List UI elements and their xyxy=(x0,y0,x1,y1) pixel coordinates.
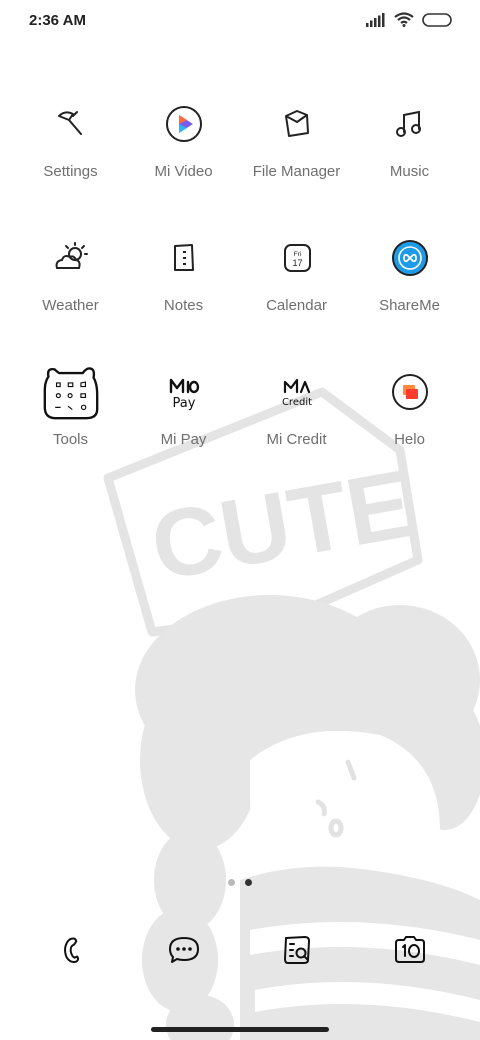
settings-icon xyxy=(43,96,99,152)
camera-icon xyxy=(394,936,425,963)
svg-text:Credit: Credit xyxy=(281,397,311,408)
app-label: Music xyxy=(389,163,430,180)
app-grid: Settings Mi Video File Manager Music Wea… xyxy=(14,92,466,494)
app-tools-folder[interactable]: Tools xyxy=(14,360,127,494)
helo-icon xyxy=(382,364,438,420)
app-label: Settings xyxy=(43,163,98,180)
status-bar: 2:36 AM xyxy=(0,0,480,44)
app-mi-pay[interactable]: Pay Mi Pay xyxy=(127,360,240,494)
dock xyxy=(14,930,466,970)
dock-browser[interactable] xyxy=(240,930,353,970)
dock-messages[interactable] xyxy=(127,930,240,970)
wifi-icon xyxy=(394,12,414,27)
home-gesture-bar[interactable] xyxy=(151,1027,329,1032)
app-label: Weather xyxy=(42,297,99,314)
svg-text:Fri: Fri xyxy=(293,251,301,258)
app-label: Helo xyxy=(394,431,425,448)
app-file-manager[interactable]: File Manager xyxy=(240,92,353,226)
svg-text:17: 17 xyxy=(292,258,302,268)
mi-pay-icon: Pay xyxy=(156,364,212,420)
dock-phone[interactable] xyxy=(14,930,127,970)
app-calendar[interactable]: Fri 17 Calendar xyxy=(240,226,353,360)
weather-icon xyxy=(43,230,99,286)
messages-icon xyxy=(168,937,199,963)
mi-credit-icon: Credit xyxy=(269,364,325,420)
page-indicator xyxy=(228,879,252,886)
dock-camera[interactable] xyxy=(353,930,466,970)
app-shareme[interactable]: ShareMe xyxy=(353,226,466,360)
browser-icon xyxy=(283,936,310,964)
app-label: Mi Credit xyxy=(266,431,327,448)
signal-icon xyxy=(366,12,385,27)
app-settings[interactable]: Settings xyxy=(14,92,127,226)
app-label: ShareMe xyxy=(379,297,440,314)
music-icon xyxy=(382,96,438,152)
app-label: File Manager xyxy=(252,163,341,180)
app-weather[interactable]: Weather xyxy=(14,226,127,360)
battery-icon xyxy=(422,12,452,27)
app-label: Mi Video xyxy=(154,163,213,180)
app-helo[interactable]: Helo xyxy=(353,360,466,494)
page-dot-1[interactable] xyxy=(228,879,235,886)
app-notes[interactable]: Notes xyxy=(127,226,240,360)
app-music[interactable]: Music xyxy=(353,92,466,226)
tools-folder-icon xyxy=(43,364,99,420)
notes-icon xyxy=(156,230,212,286)
app-label: Calendar xyxy=(266,297,327,314)
app-mi-credit[interactable]: Credit Mi Credit xyxy=(240,360,353,494)
app-label: Notes xyxy=(163,297,204,314)
svg-text:Pay: Pay xyxy=(172,396,195,411)
app-label: Tools xyxy=(52,431,89,448)
page-dot-2[interactable] xyxy=(245,879,252,886)
calendar-icon: Fri 17 xyxy=(269,230,325,286)
status-icons xyxy=(366,12,452,27)
phone-icon xyxy=(63,937,79,964)
app-mi-video[interactable]: Mi Video xyxy=(127,92,240,226)
app-label: Mi Pay xyxy=(160,431,207,448)
status-time: 2:36 AM xyxy=(29,12,86,29)
file-manager-icon xyxy=(269,96,325,152)
shareme-icon xyxy=(382,230,438,286)
mi-video-icon xyxy=(156,96,212,152)
